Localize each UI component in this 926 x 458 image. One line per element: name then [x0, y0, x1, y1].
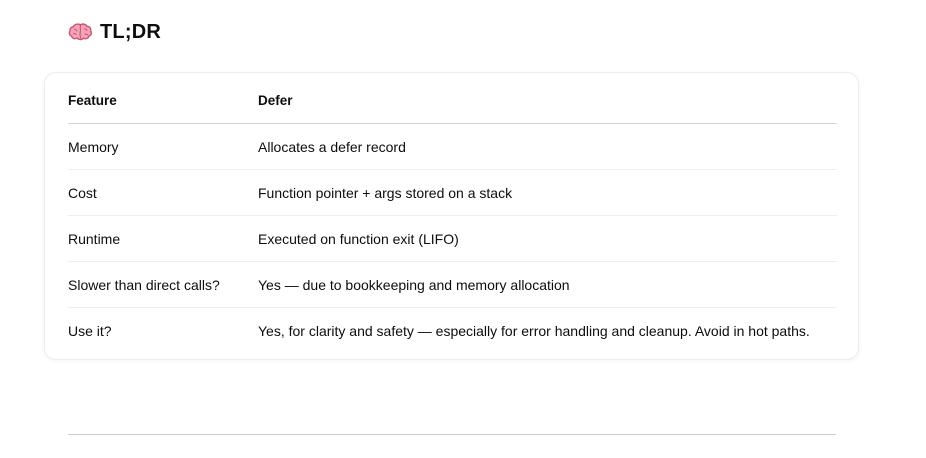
table-row: Cost Function pointer + args stored on a… [68, 169, 837, 216]
section-title: TL;DR [100, 20, 161, 43]
tldr-table-card: Feature Defer Memory Allocates a defer r… [44, 72, 859, 360]
feature-cell: Runtime [68, 215, 258, 262]
table-row: Slower than direct calls? Yes — due to b… [68, 261, 837, 308]
table-row: Use it? Yes, for clarity and safety — es… [68, 308, 837, 354]
defer-cell: Function pointer + args stored on a stac… [258, 169, 837, 216]
column-header-defer: Defer [258, 78, 837, 124]
table-row: Memory Allocates a defer record [68, 123, 837, 170]
tldr-table: Feature Defer Memory Allocates a defer r… [68, 78, 837, 353]
brain-icon [68, 20, 93, 44]
defer-cell: Executed on function exit (LIFO) [258, 215, 837, 262]
defer-cell: Yes — due to bookkeeping and memory allo… [258, 261, 837, 308]
feature-cell: Use it? [68, 322, 112, 339]
section-heading: TL;DR [68, 18, 161, 46]
defer-cell: Yes, for clarity and safety — especially… [258, 322, 810, 339]
section-divider [68, 434, 836, 435]
table-row: Runtime Executed on function exit (LIFO) [68, 215, 837, 262]
feature-cell: Slower than direct calls? [68, 261, 258, 308]
defer-cell: Allocates a defer record [258, 123, 837, 170]
feature-cell: Cost [68, 169, 258, 216]
feature-cell: Memory [68, 123, 258, 170]
column-header-feature: Feature [68, 78, 258, 124]
table-header-row: Feature Defer [68, 78, 837, 124]
